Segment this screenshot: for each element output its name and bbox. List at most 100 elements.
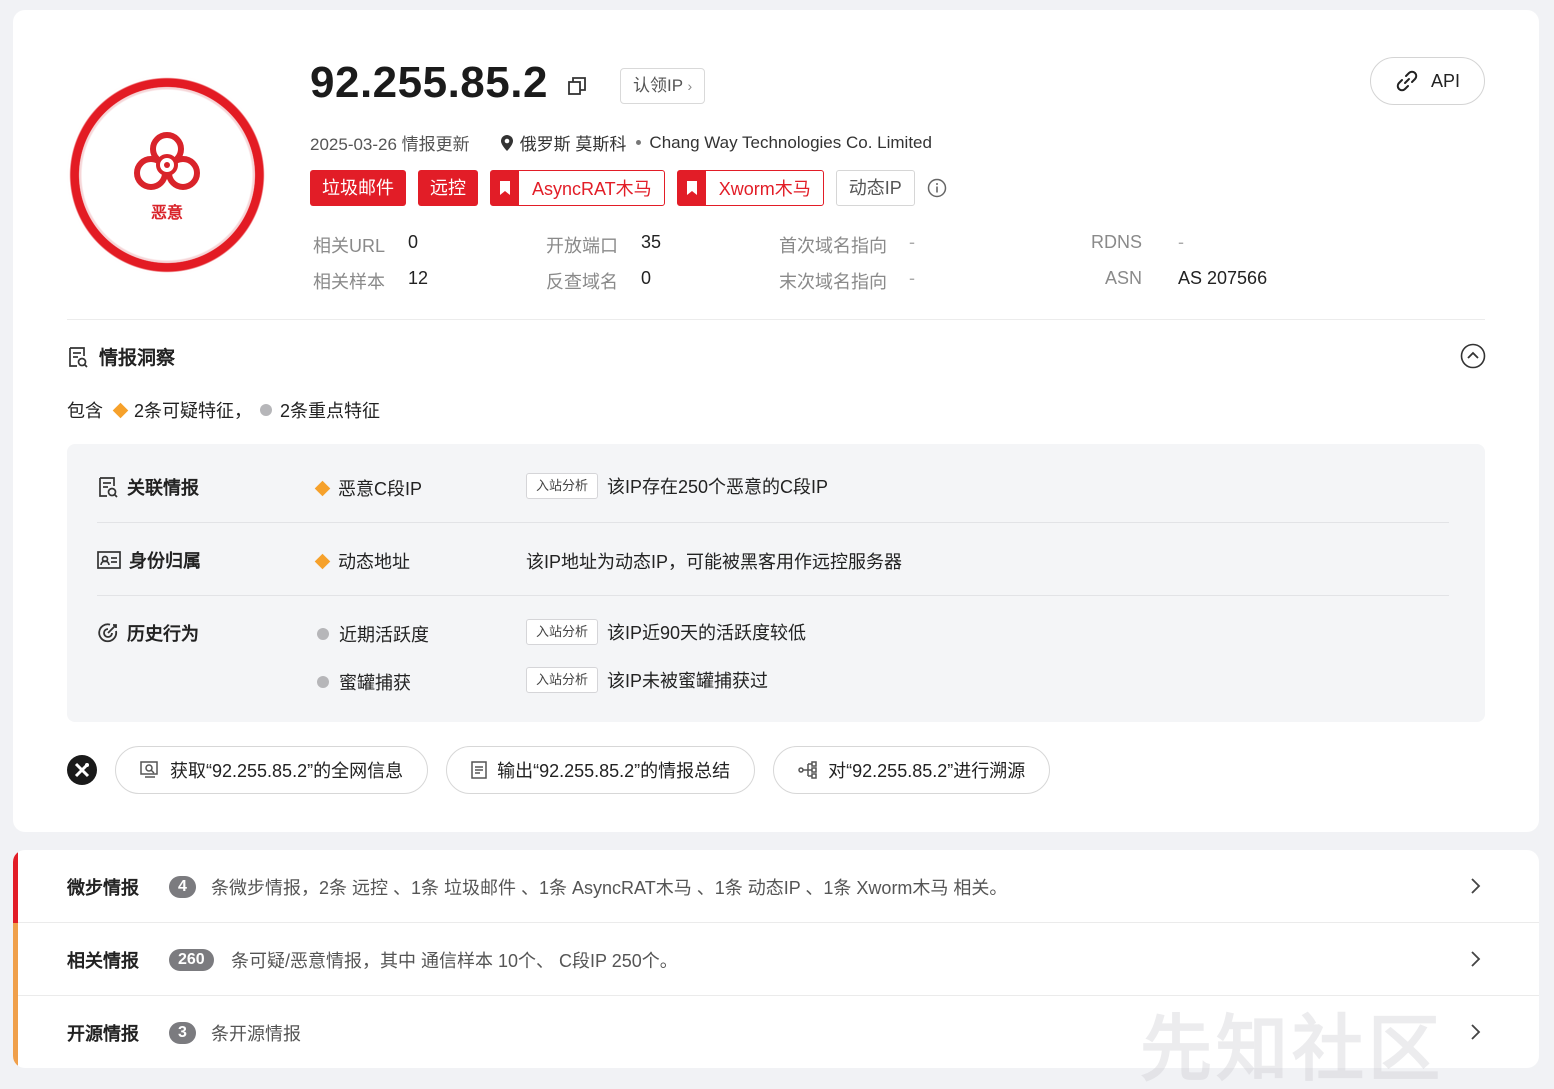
api-button[interactable]: API <box>1370 57 1485 105</box>
key-dot-icon <box>260 404 273 416</box>
desc-text: 该IP近90天的活跃度较低 <box>607 623 807 643</box>
threat-level-label: 恶意 <box>150 205 183 222</box>
stat-key: 相关样本 <box>313 272 385 292</box>
stat-key: 开放端口 <box>546 236 618 256</box>
insight-header: 情报洞察 <box>67 343 175 370</box>
intel-row-related[interactable]: 相关情报 260 条可疑/恶意情报，其中 通信样本 10个、 C段IP 250个… <box>13 923 1539 996</box>
inbound-analysis-button[interactable]: 入站分析 <box>526 619 599 645</box>
row-title-related: 关联情报 <box>97 474 199 500</box>
report-icon <box>69 346 88 368</box>
biohazard-icon <box>134 132 200 190</box>
inbound-analysis-button[interactable]: 入站分析 <box>526 667 599 693</box>
chevron-right-icon[interactable] <box>1465 1022 1485 1042</box>
copy-icon[interactable] <box>567 76 587 96</box>
feature-desc: 入站分析 该IP近90天的活跃度较低 <box>526 619 806 645</box>
stat-value[interactable]: AS 207566 <box>1178 268 1267 289</box>
feature-desc: 入站分析 该IP存在250个恶意的C段IP <box>526 473 828 499</box>
intel-row-count: 260 <box>169 948 214 971</box>
intel-row-title: 微步情报 <box>67 877 139 898</box>
ai-get-info-button[interactable]: 获取“92.255.85.2”的全网信息 <box>115 746 429 794</box>
row-title-identity: 身份归属 <box>97 547 201 573</box>
ai-actions: 获取“92.255.85.2”的全网信息 输出“92.255.85.2”的情报总… <box>67 746 1068 794</box>
chevron-right-icon[interactable] <box>1465 876 1485 896</box>
key-dot-icon <box>317 628 329 640</box>
tag-asyncrat[interactable]: AsyncRAT木马 <box>490 170 665 206</box>
intel-row-accent <box>13 996 18 1068</box>
insight-title: 情报洞察 <box>99 348 176 369</box>
suspicious-diamond-icon <box>112 402 129 418</box>
claim-ip-label: 认领IP <box>633 76 683 95</box>
intel-list-card: 微步情报 4 条微步情报，2条 远控 、1条 垃圾邮件 、1条 AsyncRAT… <box>13 850 1539 1068</box>
row-title-history: 历史行为 <box>97 620 199 646</box>
key-count: 2条重点特征 <box>280 401 381 421</box>
feature-desc: 该IP地址为动态IP，可能被黑客用作远控服务器 <box>526 548 902 574</box>
chevron-up-icon[interactable] <box>1460 343 1486 369</box>
ai-logo-icon <box>67 755 97 785</box>
desc-text: 该IP地址为动态IP，可能被黑客用作远控服务器 <box>526 552 903 572</box>
feature-summary: 包含 2条可疑特征， 2条重点特征 <box>67 397 380 423</box>
stat-value: - <box>909 268 915 288</box>
ip-address-title: 92.255.85.2 <box>310 58 548 107</box>
row-title-label: 身份归属 <box>129 551 201 571</box>
threat-badge: 恶意 <box>67 75 267 275</box>
ai-trace-button[interactable]: 对“92.255.85.2”进行溯源 <box>773 746 1051 794</box>
ai-summary-button[interactable]: 输出“92.255.85.2”的情报总结 <box>446 746 756 794</box>
bookmark-icon <box>491 171 519 205</box>
api-label: API <box>1430 70 1460 91</box>
related-intel-icon <box>99 477 118 498</box>
bookmark-icon <box>677 171 706 205</box>
tag-xworm-label: Xworm木马 <box>718 179 811 199</box>
ai-btn-label: 对“92.255.85.2”进行溯源 <box>828 761 1026 781</box>
feature-label: 近期活跃度 <box>339 625 429 645</box>
feature-item: 恶意C段IP <box>314 475 423 501</box>
meta-line: 2025-03-26 情报更新 俄罗斯 莫斯科 Chang Way Techno… <box>310 130 932 155</box>
id-card-icon <box>97 551 121 569</box>
info-icon[interactable] <box>927 178 947 198</box>
ip-summary-card: 恶意 92.255.85.2 认领IP › API 2025-03-26 情报更… <box>13 10 1539 832</box>
stat-value[interactable]: 12 <box>408 268 428 289</box>
intel-row-accent <box>13 850 18 923</box>
row-title-label: 关联情报 <box>127 478 199 498</box>
stat-key: ASN <box>1105 268 1143 288</box>
location-pin-icon <box>500 134 513 151</box>
tree-icon <box>798 761 817 779</box>
update-date: 2025-03-26 情报更新 <box>310 135 470 154</box>
intel-row-title: 相关情报 <box>67 950 139 971</box>
location: 俄罗斯 莫斯科 <box>500 130 627 155</box>
stat-key: 相关URL <box>313 236 386 256</box>
tag-list: 垃圾邮件 远控 AsyncRAT木马 Xworm木马 动态IP <box>310 170 947 206</box>
document-icon <box>471 761 487 779</box>
desc-text: 该IP未被蜜罐捕获过 <box>607 671 769 691</box>
row-title-label: 历史行为 <box>127 624 199 644</box>
tag-remote-control[interactable]: 远控 <box>418 170 478 206</box>
intel-row-threatbook[interactable]: 微步情报 4 条微步情报，2条 远控 、1条 垃圾邮件 、1条 AsyncRAT… <box>13 850 1539 923</box>
intel-row-opensource[interactable]: 开源情报 3 条开源情报 <box>13 996 1539 1068</box>
row-divider <box>97 595 1449 596</box>
stat-value[interactable]: 0 <box>641 268 651 289</box>
stat-value[interactable]: 0 <box>408 232 418 253</box>
ai-btn-label: 输出“92.255.85.2”的情报总结 <box>497 761 731 781</box>
suspicious-diamond-icon <box>314 553 331 569</box>
stat-value[interactable]: 35 <box>641 232 661 253</box>
feature-item: 动态地址 <box>314 548 410 574</box>
intel-row-accent <box>13 923 18 996</box>
stat-value: - <box>909 232 915 252</box>
row-divider <box>97 522 1449 523</box>
chevron-right-icon[interactable] <box>1465 949 1485 969</box>
location-text: 俄罗斯 莫斯科 <box>519 135 627 154</box>
feature-label: 恶意C段IP <box>338 479 423 499</box>
desc-text: 该IP存在250个恶意的C段IP <box>607 477 829 497</box>
feature-label: 蜜罐捕获 <box>339 673 411 693</box>
link-icon <box>1396 70 1418 92</box>
intel-row-title: 开源情报 <box>67 1023 139 1044</box>
inbound-analysis-button[interactable]: 入站分析 <box>526 473 599 499</box>
tag-spam[interactable]: 垃圾邮件 <box>310 170 406 206</box>
target-icon <box>98 623 118 643</box>
intel-row-count: 4 <box>169 875 196 898</box>
tag-xworm[interactable]: Xworm木马 <box>676 170 824 206</box>
feature-item: 蜜罐捕获 <box>317 669 411 695</box>
suspicious-diamond-icon <box>314 480 331 496</box>
tag-dynamic-ip[interactable]: 动态IP <box>835 170 915 206</box>
claim-ip-button[interactable]: 认领IP › <box>620 68 706 104</box>
intel-row-text: 条可疑/恶意情报，其中 通信样本 10个、 C段IP 250个。 <box>231 950 678 971</box>
